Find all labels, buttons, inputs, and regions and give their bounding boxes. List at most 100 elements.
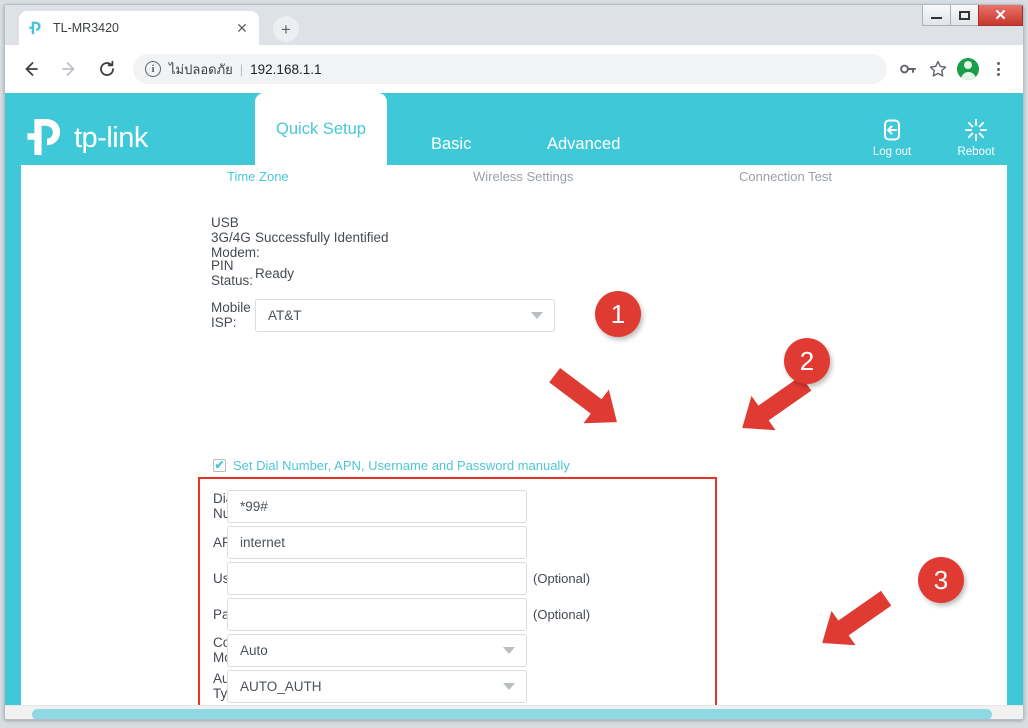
star-icon xyxy=(929,60,947,77)
password-input[interactable] xyxy=(227,597,527,631)
authentication-type-label: Authentication Type: xyxy=(5,671,299,701)
authentication-type-select[interactable]: AUTO_AUTH xyxy=(227,669,527,703)
new-tab-button[interactable]: + xyxy=(273,16,299,42)
forward-arrow-icon xyxy=(62,62,75,76)
security-status-text: ไม่ปลอดภัย xyxy=(169,61,233,77)
reload-button[interactable] xyxy=(91,53,123,85)
pin-status-value: Ready xyxy=(255,265,295,281)
tab-quick-setup-label: Quick Setup xyxy=(276,119,366,138)
annotation-marker-1-number: 1 xyxy=(610,298,626,329)
annotation-marker-3-number: 3 xyxy=(933,564,949,595)
step-time-zone[interactable]: Time Zone xyxy=(227,169,289,184)
annotation-marker-1: 1 xyxy=(595,291,641,337)
row-authentication-type: Authentication Type: AUTO_AUTH xyxy=(5,668,991,704)
brand-name: tp-link xyxy=(74,121,148,154)
reboot-icon xyxy=(965,119,987,141)
url-text: 192.168.1.1 xyxy=(250,61,322,77)
tab-title: TL-MR3420 xyxy=(53,21,119,35)
plus-icon: + xyxy=(281,19,291,39)
quick-setup-form: USB 3G/4G Modem: Successfully Identified… xyxy=(21,215,1007,341)
tplink-logo-icon xyxy=(27,20,44,37)
row-dial-number: Dial Number: *99# xyxy=(5,488,991,524)
header-actions: Log out Reboot xyxy=(863,117,1005,158)
annotation-arrow-3 xyxy=(822,590,892,646)
apn-value: internet xyxy=(240,534,286,550)
logout-icon xyxy=(884,119,900,141)
password-key-button[interactable] xyxy=(893,54,923,84)
annotation-marker-2-number: 2 xyxy=(799,345,815,376)
step-connection-test-label: Connection Test xyxy=(739,169,832,184)
setup-steps: Time Zone Wireless Settings Connection T… xyxy=(21,165,1007,199)
bookmark-button[interactable] xyxy=(923,54,953,84)
annotation-arrow-1 xyxy=(549,367,617,424)
mobile-isp-value: AT&T xyxy=(268,307,302,323)
step-time-zone-label: Time Zone xyxy=(227,169,289,184)
tab-advanced[interactable]: Advanced xyxy=(547,135,620,154)
reboot-label: Reboot xyxy=(957,146,995,158)
reboot-button[interactable]: Reboot xyxy=(947,117,1005,158)
horizontal-scrollbar-thumb[interactable] xyxy=(32,709,992,719)
manual-settings-checkbox-row[interactable]: ✔ Set Dial Number, APN, Username and Pas… xyxy=(213,458,570,473)
check-icon: ✔ xyxy=(214,458,225,472)
browser-window: ✕ TL-MR3420 ✕ + i ไม่ปลอดภัย | 192.168.1… xyxy=(0,0,1028,728)
omnibox-separator: | xyxy=(239,61,244,77)
step-wireless-settings-label: Wireless Settings xyxy=(473,169,574,184)
tab-advanced-label: Advanced xyxy=(547,135,621,153)
pin-status-label: PIN Status: xyxy=(211,258,254,288)
tab-basic[interactable]: Basic xyxy=(431,135,471,154)
tab-strip: TL-MR3420 ✕ + xyxy=(5,11,1023,45)
apn-input[interactable]: internet xyxy=(227,525,527,559)
logout-button[interactable]: Log out xyxy=(863,117,921,158)
title-bar: ✕ TL-MR3420 ✕ + xyxy=(5,5,1023,45)
mobile-isp-select[interactable]: AT&T xyxy=(255,298,555,332)
tplink-brand-logo: tp-link xyxy=(23,115,148,161)
password-label: Password: xyxy=(5,607,276,622)
back-arrow-icon xyxy=(25,62,38,76)
reload-icon xyxy=(100,60,114,76)
connection-mode-select[interactable]: Auto xyxy=(227,633,527,667)
password-optional-hint: (Optional) xyxy=(533,606,591,622)
window-frame: ✕ TL-MR3420 ✕ + i ไม่ปลอดภัย | 192.168.1… xyxy=(4,4,1024,720)
authentication-type-value: AUTO_AUTH xyxy=(240,678,322,694)
browser-toolbar: i ไม่ปลอดภัย | 192.168.1.1 xyxy=(5,45,1023,93)
key-icon xyxy=(900,64,916,74)
horizontal-scrollbar[interactable] xyxy=(5,705,1023,719)
mobile-isp-label: Mobile ISP: xyxy=(211,300,251,330)
manual-settings-checkbox-label: Set Dial Number, APN, Username and Passw… xyxy=(233,458,570,473)
address-bar[interactable]: i ไม่ปลอดภัย | 192.168.1.1 xyxy=(133,54,887,84)
close-icon[interactable]: ✕ xyxy=(233,19,251,37)
step-wireless-settings[interactable]: Wireless Settings xyxy=(473,169,573,184)
tab-basic-label: Basic xyxy=(431,135,472,153)
chevron-down-icon xyxy=(503,683,515,690)
manual-settings-checkbox[interactable]: ✔ xyxy=(213,459,226,472)
usb-modem-value: Successfully Identified xyxy=(255,229,389,245)
row-usb-modem: USB 3G/4G Modem: Successfully Identified xyxy=(21,215,1007,260)
row-apn: APN: internet xyxy=(5,524,991,560)
dial-number-value: *99# xyxy=(240,498,268,514)
forward-button[interactable] xyxy=(53,53,85,85)
avatar-icon xyxy=(957,58,979,80)
row-pin-status: PIN Status: Ready xyxy=(21,257,1007,289)
info-circle-icon[interactable]: i xyxy=(145,61,161,77)
annotation-marker-3: 3 xyxy=(918,557,964,603)
dial-number-label: Dial Number: xyxy=(213,491,265,521)
chevron-down-icon xyxy=(503,647,515,654)
username-label: Username: xyxy=(5,571,279,586)
connection-mode-value: Auto xyxy=(240,642,268,658)
apn-label: APN: xyxy=(5,535,245,550)
row-mobile-isp: Mobile ISP: AT&T xyxy=(21,293,1007,337)
profile-button[interactable] xyxy=(953,54,983,84)
username-input[interactable] xyxy=(227,561,527,595)
username-optional-hint: (Optional) xyxy=(533,570,591,586)
annotation-marker-2: 2 xyxy=(784,338,830,384)
step-connection-test[interactable]: Connection Test xyxy=(739,169,832,184)
usb-modem-label: USB 3G/4G Modem: xyxy=(211,214,260,260)
dial-number-input[interactable]: *99# xyxy=(227,489,527,523)
tplink-logo-icon xyxy=(27,119,60,155)
back-button[interactable] xyxy=(15,53,47,85)
logout-label: Log out xyxy=(872,146,912,158)
browser-menu-button[interactable] xyxy=(983,54,1013,84)
three-dots-menu-icon xyxy=(996,62,1000,76)
browser-tab[interactable]: TL-MR3420 ✕ xyxy=(19,11,259,45)
chevron-down-icon xyxy=(531,312,543,319)
